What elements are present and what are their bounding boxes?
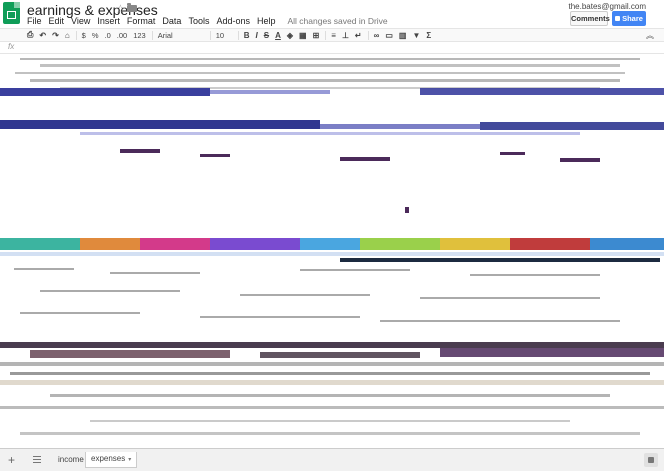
star-icon[interactable]: ☆ [115,2,126,16]
filter-icon[interactable]: ▼ [412,31,420,40]
formula-bar[interactable]: fx [0,42,664,54]
explore-icon[interactable] [644,453,658,467]
currency-format-button[interactable]: $ [82,31,86,40]
insert-chart-icon[interactable]: ▥ [399,31,407,40]
menu-bar: File Edit View Insert Format Data Tools … [27,15,388,27]
fill-color-icon[interactable]: ◈ [287,31,293,40]
toolbar-divider [237,30,239,40]
menu-file[interactable]: File [27,16,42,26]
font-size-select[interactable]: 10 [216,31,238,40]
strikethrough-button[interactable]: S [264,31,269,40]
folder-icon[interactable] [127,3,137,12]
toolbar: ⎙ ↶ ↷ ⌂ $ % .0 .00 123 Arial 10 B I S A … [0,28,664,42]
wrap-text-icon[interactable]: ↵ [355,31,362,40]
toolbar-divider [151,30,153,40]
insert-comment-icon[interactable]: ▭ [385,31,393,40]
italic-button[interactable]: I [256,31,258,40]
share-button[interactable]: Share [612,11,646,26]
add-sheet-icon[interactable]: + [8,454,15,466]
blue-bands [0,88,664,135]
menu-addons[interactable]: Add-ons [216,16,250,26]
toolbar-divider [75,30,77,40]
menu-edit[interactable]: Edit [49,16,65,26]
menu-insert[interactable]: Insert [97,16,120,26]
menu-data[interactable]: Data [162,16,181,26]
noise-band [15,58,640,89]
collapse-toolbar-icon[interactable]: ︽ [646,30,654,41]
print-icon[interactable]: ⎙ [27,30,33,40]
sheet-tabs-bar: + income ▾ expenses▾ [0,448,664,471]
menu-format[interactable]: Format [127,16,156,26]
menu-tools[interactable]: Tools [188,16,209,26]
decrease-decimal-button[interactable]: .0 [105,31,111,40]
undo-icon[interactable]: ↶ [39,31,46,40]
tab-label: expenses [91,454,126,463]
glitch-artifacts [0,58,664,435]
paint-format-icon[interactable]: ⌂ [65,31,70,40]
dark-fragments [120,149,600,213]
toolbar-divider [209,30,211,40]
merge-cells-icon[interactable]: ⊞ [313,31,320,40]
dark-band [0,342,664,435]
toolbar-divider [325,30,327,40]
save-status: All changes saved in Drive [287,16,388,26]
text-color-button[interactable]: A [275,31,281,40]
color-band [0,238,664,262]
bold-button[interactable]: B [244,31,250,40]
functions-icon[interactable]: Σ [426,31,431,40]
text-noise [14,268,620,322]
app-header: earnings & expenses ☆ the.bates@gmail.co… [0,0,664,26]
comments-button[interactable]: Comments [570,11,610,26]
toolbar-divider [367,30,369,40]
sheet-list-icon[interactable] [33,454,43,464]
spreadsheet-grid[interactable] [0,54,664,448]
user-email[interactable]: the.bates@gmail.com [569,2,647,11]
more-formats-button[interactable]: 123 [133,31,146,40]
align-left-icon[interactable]: ≡ [331,31,336,40]
share-label: Share [622,14,643,23]
vertical-align-icon[interactable]: ⊥ [342,31,349,40]
redo-icon[interactable]: ↷ [52,31,59,40]
share-icon [615,16,621,21]
percent-format-button[interactable]: % [92,31,99,40]
insert-link-icon[interactable]: ∞ [374,31,380,40]
tab-label: income [58,455,84,464]
chevron-down-icon[interactable]: ▾ [128,457,131,463]
menu-view[interactable]: View [71,16,90,26]
menu-help[interactable]: Help [257,16,276,26]
sheets-logo-icon[interactable] [3,2,20,24]
fx-icon: fx [8,42,15,51]
font-select[interactable]: Arial [158,31,210,40]
increase-decimal-button[interactable]: .00 [117,31,127,40]
tab-expenses[interactable]: expenses ▾ [85,452,138,468]
borders-icon[interactable]: ▦ [299,31,307,40]
